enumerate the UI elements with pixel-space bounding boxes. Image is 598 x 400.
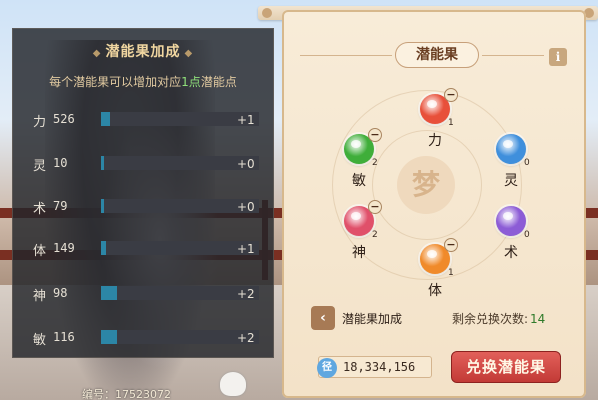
fruit-slot-shen[interactable]: − 2 神 (334, 200, 394, 270)
stat-bar: +2 (101, 286, 259, 301)
remove-ti-button[interactable]: − (444, 238, 458, 252)
info-icon[interactable]: i (549, 48, 567, 66)
fruit-slot-li[interactable]: − 1 力 (410, 88, 470, 158)
stat-value: 98 (53, 286, 68, 300)
stat-name: 术 (33, 202, 47, 217)
stat-value: 79 (53, 199, 68, 213)
stat-row-ti: 体 149 +1 (33, 240, 263, 259)
remove-shen-button[interactable]: − (368, 200, 382, 214)
experience-coin-icon: 径 (317, 358, 337, 378)
stat-bonus: +0 (237, 200, 255, 214)
fruit-count: 2 (372, 158, 378, 168)
stat-bonus: +1 (237, 242, 255, 256)
currency-amount: 18,334,156 (343, 360, 416, 374)
dream-emblem: 梦 (397, 156, 455, 214)
fruit-panel-title: 潜能果 (395, 42, 479, 68)
exchange-fruit-button[interactable]: 兑换潜能果 (451, 351, 561, 383)
stat-bar: +1 (101, 112, 259, 127)
stat-bonus: +0 (237, 157, 255, 171)
stat-bar: +2 (101, 330, 259, 345)
stat-row-shu: 术 79 +0 (33, 198, 263, 217)
stat-name: 力 (33, 115, 47, 130)
stat-value: 526 (53, 112, 75, 126)
currency-display: 径 18,334,156 (317, 356, 432, 378)
stat-bonus: +2 (237, 331, 255, 345)
fruit-count: 2 (372, 230, 378, 240)
stat-value: 116 (53, 330, 75, 344)
fruit-count: 1 (448, 268, 454, 278)
stat-value: 149 (53, 241, 75, 255)
stats-panel-title: ◆ 潜能果加成 ◆ (92, 44, 194, 60)
fruit-label: 体 (428, 283, 442, 299)
fruit-label: 灵 (504, 173, 518, 189)
stat-name: 敏 (33, 333, 47, 348)
stat-bar: +0 (101, 156, 259, 171)
stat-name: 灵 (33, 159, 47, 174)
stat-row-li: 力 526 +1 (33, 111, 263, 130)
water-fruit-icon[interactable] (496, 134, 526, 164)
fruit-slot-min[interactable]: − 2 敏 (334, 128, 394, 198)
fruit-slot-ti[interactable]: − 1 体 (410, 238, 470, 308)
arcane-fruit-icon[interactable] (496, 206, 526, 236)
fruit-label: 神 (352, 245, 366, 261)
stat-name: 体 (33, 244, 47, 259)
pet-sprite (220, 372, 246, 396)
stat-bar: +1 (101, 241, 259, 256)
remove-li-button[interactable]: − (444, 88, 458, 102)
fruit-label: 力 (428, 133, 442, 149)
back-arrow-button[interactable]: ‹ (311, 306, 335, 330)
remaining-exchanges: 剩余兑换次数: 14 (452, 312, 546, 326)
stat-row-shen: 神 98 +2 (33, 285, 263, 304)
fruit-count: 1 (448, 118, 454, 128)
stat-bonus: +1 (237, 113, 255, 127)
remove-min-button[interactable]: − (368, 128, 382, 142)
stat-value: 10 (53, 156, 68, 170)
fruit-slot-ling[interactable]: 0 灵 (486, 128, 546, 198)
fruit-label: 敏 (352, 173, 366, 189)
remaining-count: 14 (530, 312, 546, 326)
fruit-label: 术 (504, 245, 518, 261)
fruit-slot-shu[interactable]: 0 术 (486, 200, 546, 270)
stat-bar: +0 (101, 199, 259, 214)
character-serial: 编号：17523072 (82, 388, 171, 400)
fruit-count: 0 (524, 230, 530, 240)
bonus-view-label[interactable]: 潜能果加成 (342, 310, 402, 327)
stats-panel-subtitle: 每个潜能果可以增加对应1点潜能点 (49, 75, 237, 89)
stat-row-ling: 灵 10 +0 (33, 155, 263, 174)
stat-name: 神 (33, 289, 47, 304)
potential-bonus-panel: ◆ 潜能果加成 ◆ 每个潜能果可以增加对应1点潜能点 力 526 +1 灵 10 +… (12, 28, 274, 358)
stat-bonus: +2 (237, 287, 255, 301)
stat-row-min: 敏 116 +2 (33, 329, 263, 348)
fruit-count: 0 (524, 158, 530, 168)
